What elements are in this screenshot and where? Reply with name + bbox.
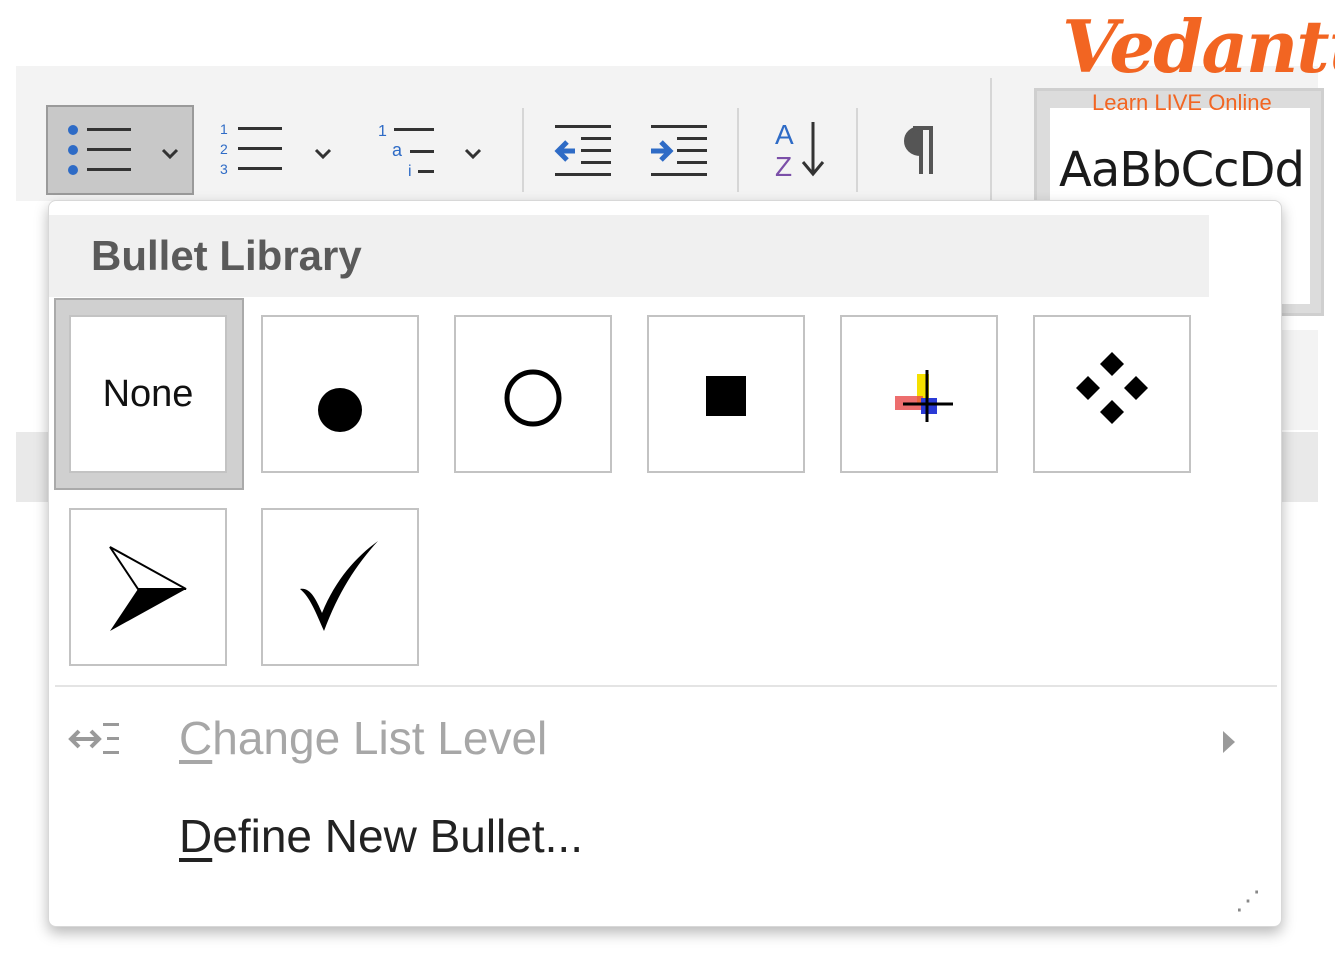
increase-indent-button[interactable] [640, 108, 716, 192]
sort-az-icon: A Z [775, 119, 825, 182]
decrease-indent-icon [554, 125, 611, 176]
svg-text:3: 3 [220, 161, 228, 177]
decrease-indent-button[interactable] [544, 108, 620, 192]
vedantu-logo: Vedantu [1062, 4, 1335, 89]
bullet-four-color-cross[interactable] [840, 315, 998, 473]
numbered-list-icon: 1 2 3 [220, 121, 332, 177]
filled-square-icon [706, 376, 746, 416]
pilcrow-icon [904, 126, 933, 174]
chevron-down-icon [464, 148, 482, 160]
numbering-button[interactable]: 1 2 3 [206, 108, 344, 192]
arrowhead-icon [109, 546, 187, 631]
svg-text:A: A [775, 119, 794, 150]
bullet-filled-square[interactable] [647, 315, 805, 473]
show-hide-button[interactable] [878, 108, 954, 192]
toolbar-separator [990, 78, 992, 200]
ribbon-right-strip [1282, 330, 1318, 430]
bullet-library-dropdown: Bullet Library None Change List Level De… [48, 200, 1282, 927]
chevron-down-icon [314, 148, 332, 160]
svg-text:1: 1 [220, 121, 228, 137]
svg-text:Z: Z [775, 151, 792, 182]
svg-text:2: 2 [220, 141, 228, 157]
four-color-cross-icon [895, 370, 953, 422]
style-sample-text: AaBbCcDd [1059, 142, 1305, 198]
vedantu-tagline: Learn LIVE Online [1092, 90, 1272, 115]
resize-grip-icon[interactable]: ⋰ [1235, 885, 1263, 916]
increase-indent-icon [651, 125, 707, 176]
four-diamonds-icon [1076, 352, 1148, 424]
change-level-icon [68, 723, 119, 754]
define-new-bullet-item[interactable]: Define New Bullet... [49, 799, 1279, 879]
change-list-level-item[interactable]: Change List Level [49, 701, 1279, 781]
bullet-list-icon [68, 125, 179, 175]
multilevel-list-button[interactable]: 1 a i [362, 108, 500, 192]
hollow-circle-icon [504, 369, 562, 427]
bullet-filled-circle[interactable] [261, 315, 419, 473]
toolbar-separator [522, 108, 524, 192]
svg-text:i: i [408, 163, 412, 180]
bullets-button[interactable] [46, 105, 194, 195]
chevron-down-icon [161, 148, 179, 160]
filled-circle-icon [318, 388, 362, 432]
bullet-none-label: None [102, 372, 194, 415]
bullet-hollow-circle[interactable] [454, 315, 612, 473]
bullet-library-title: Bullet Library [91, 232, 362, 279]
define-new-bullet-label: Define New Bullet... [179, 810, 583, 862]
bullet-four-diamonds[interactable] [1033, 315, 1191, 473]
svg-text:a: a [392, 140, 403, 160]
toolbar-separator [856, 108, 858, 192]
checkmark-icon [300, 541, 378, 631]
bullet-checkmark[interactable] [261, 508, 419, 666]
sort-button[interactable]: A Z [760, 108, 840, 192]
submenu-arrow-icon [1223, 731, 1235, 753]
bullet-arrowhead[interactable] [69, 508, 227, 666]
change-list-level-label: Change List Level [179, 712, 548, 764]
toolbar-separator [737, 108, 739, 192]
menu-divider [55, 685, 1277, 687]
svg-text:1: 1 [378, 123, 387, 140]
bullet-library-header: Bullet Library [49, 215, 1209, 297]
bullet-none[interactable]: None [69, 315, 227, 473]
multilevel-list-icon: 1 a i [378, 123, 482, 180]
